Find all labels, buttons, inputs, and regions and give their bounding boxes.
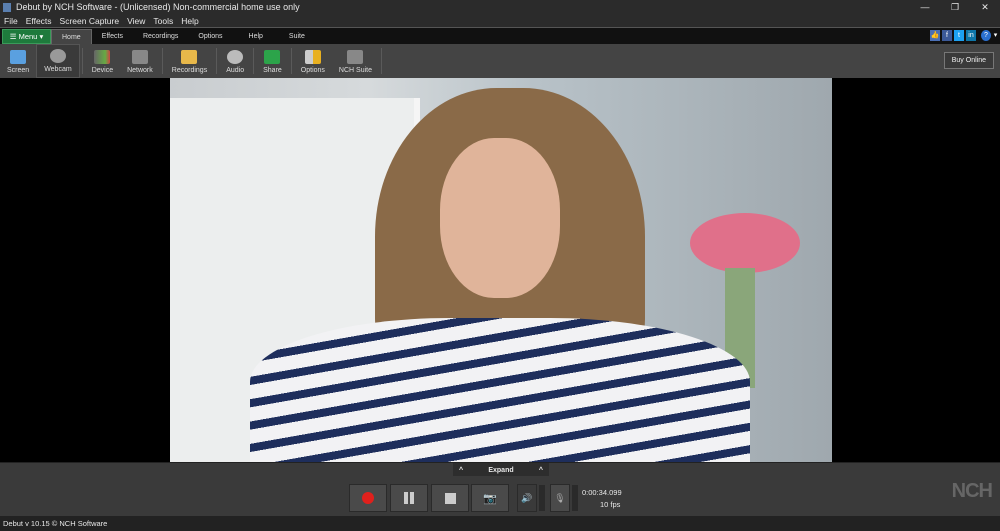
- linkedin-icon[interactable]: in: [966, 30, 976, 41]
- pause-icon: [404, 492, 414, 504]
- like-icon[interactable]: 👍: [930, 30, 940, 41]
- device-button[interactable]: Device: [85, 44, 120, 78]
- webcam-feed: [170, 78, 832, 462]
- folder-icon: [181, 50, 198, 64]
- expand-bar: ^ Expand ^: [0, 462, 1000, 477]
- options-button[interactable]: Options: [294, 44, 332, 78]
- record-button[interactable]: [349, 484, 387, 512]
- camera-icon: 📷: [483, 492, 497, 505]
- tools-icon: [304, 50, 321, 64]
- speaker-button[interactable]: 🔊: [517, 484, 537, 512]
- audio-gear-icon: [227, 50, 244, 64]
- nch-logo: NCH: [951, 480, 993, 502]
- webcam-icon: [49, 49, 66, 63]
- recording-controls: 📷 🔊 🎙 0:00:34.099 10 fps NCH: [0, 476, 1000, 516]
- share-button[interactable]: Share: [256, 44, 289, 78]
- hamburger-icon: ☰: [9, 32, 19, 41]
- menu-effects[interactable]: Effects: [22, 16, 56, 26]
- chevron-up-icon: ^: [459, 466, 464, 474]
- nch-suite-button[interactable]: NCH Suite: [332, 44, 379, 78]
- record-icon: [362, 492, 374, 504]
- speaker-level: [539, 485, 545, 511]
- microphone-icon: 🎙: [554, 492, 566, 503]
- status-bar: Debut v 10.15 © NCH Software: [0, 516, 1000, 531]
- shirt: [250, 318, 750, 462]
- toolbar: Screen Webcam Device Network Recordings …: [0, 44, 1000, 78]
- pause-button[interactable]: [390, 484, 428, 512]
- share-icon: [264, 50, 281, 64]
- network-button[interactable]: Network: [120, 44, 160, 78]
- screen-button[interactable]: Screen: [0, 44, 36, 78]
- buy-online-button[interactable]: Buy Online: [943, 52, 994, 69]
- device-icon: [94, 50, 111, 64]
- twitter-icon[interactable]: t: [954, 30, 964, 41]
- mic-level: [572, 485, 578, 511]
- face: [440, 138, 560, 298]
- help-icon[interactable]: ?: [981, 30, 991, 41]
- flowers: [690, 213, 800, 273]
- video-preview: [0, 78, 1000, 462]
- ribbon-tabs: ☰ Menu ▾ Home Effects Recordings Options…: [0, 28, 1000, 44]
- chevron-down-icon[interactable]: ▾: [993, 30, 998, 41]
- recordings-button[interactable]: Recordings: [165, 44, 214, 78]
- expand-button[interactable]: ^ Expand ^: [453, 463, 549, 477]
- tab-home[interactable]: Home: [51, 29, 92, 44]
- microphone-button[interactable]: 🎙: [550, 484, 570, 512]
- close-button[interactable]: ✕: [970, 0, 1000, 14]
- audio-button[interactable]: Audio: [219, 44, 251, 78]
- tab-suite[interactable]: Suite: [279, 29, 315, 44]
- tab-recordings[interactable]: Recordings: [133, 29, 188, 44]
- menu-button[interactable]: ☰ Menu ▾: [2, 29, 51, 44]
- facebook-icon[interactable]: f: [942, 30, 952, 41]
- webcam-button[interactable]: Webcam: [36, 44, 80, 78]
- stop-button[interactable]: [431, 484, 469, 512]
- divider: [216, 48, 218, 74]
- minimize-button[interactable]: —: [910, 0, 940, 14]
- fps-readout: 10 fps: [600, 500, 621, 509]
- nch-suite-icon: [347, 50, 364, 64]
- menu-view[interactable]: View: [123, 16, 149, 26]
- tab-effects[interactable]: Effects: [92, 29, 133, 44]
- menu-file[interactable]: File: [0, 16, 22, 26]
- app-icon: [3, 2, 11, 12]
- network-camera-icon: [131, 50, 148, 64]
- restore-button[interactable]: ❐: [940, 0, 970, 14]
- monitor-icon: [10, 50, 27, 64]
- menu-bar: File Effects Screen Capture View Tools H…: [0, 14, 1000, 28]
- title-bar: Debut by NCH Software - (Unlicensed) Non…: [0, 0, 1000, 14]
- menu-help[interactable]: Help: [177, 16, 202, 26]
- divider: [161, 48, 163, 74]
- elapsed-time: 0:00:34.099: [582, 488, 622, 497]
- menu-tools[interactable]: Tools: [149, 16, 177, 26]
- divider: [290, 48, 292, 74]
- chevron-down-icon: ▾: [37, 32, 44, 41]
- divider: [381, 48, 382, 74]
- menu-screen-capture[interactable]: Screen Capture: [56, 16, 124, 26]
- chevron-up-icon: ^: [538, 466, 543, 474]
- window-title: Debut by NCH Software - (Unlicensed) Non…: [16, 2, 300, 12]
- tab-help[interactable]: Help: [233, 29, 279, 44]
- stop-icon: [444, 492, 456, 504]
- snapshot-button[interactable]: 📷: [471, 484, 509, 512]
- divider: [253, 48, 255, 74]
- speaker-icon: 🔊: [521, 492, 533, 503]
- divider: [81, 48, 83, 74]
- tab-options[interactable]: Options: [188, 29, 232, 44]
